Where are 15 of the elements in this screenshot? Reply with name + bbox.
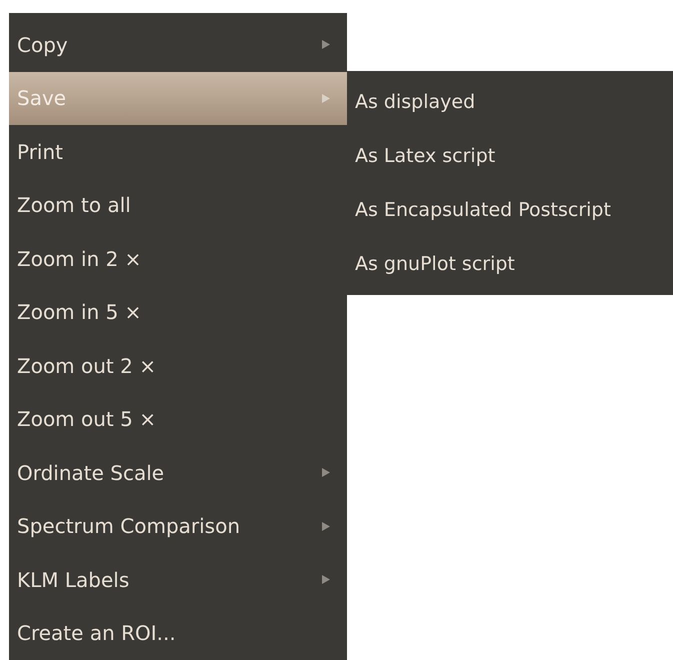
menu-item[interactable]: Create an ROI... xyxy=(9,606,347,660)
submenu-item[interactable]: As Encapsulated Postscript xyxy=(347,183,673,237)
menu-item[interactable]: Copy xyxy=(9,18,347,72)
menu-item[interactable]: Spectrum Comparison xyxy=(9,500,347,553)
menu-item[interactable]: Zoom in 5 × xyxy=(9,286,347,339)
submenu-item[interactable]: As Latex script xyxy=(347,129,673,183)
menu-item[interactable]: Zoom to all xyxy=(9,178,347,232)
menu-item[interactable]: Zoom out 5 × xyxy=(9,392,347,446)
menu-item[interactable]: Zoom out 2 × xyxy=(9,339,347,392)
submenu-item[interactable]: As gnuPlot script xyxy=(347,237,673,291)
menu-item[interactable]: Print xyxy=(9,125,347,178)
menu-item[interactable]: Zoom in 2 × xyxy=(9,232,347,286)
menu-item[interactable]: KLM Labels xyxy=(9,553,347,606)
menu-item[interactable]: Ordinate Scale xyxy=(9,446,347,500)
submenu-item[interactable]: As displayed xyxy=(347,75,673,129)
